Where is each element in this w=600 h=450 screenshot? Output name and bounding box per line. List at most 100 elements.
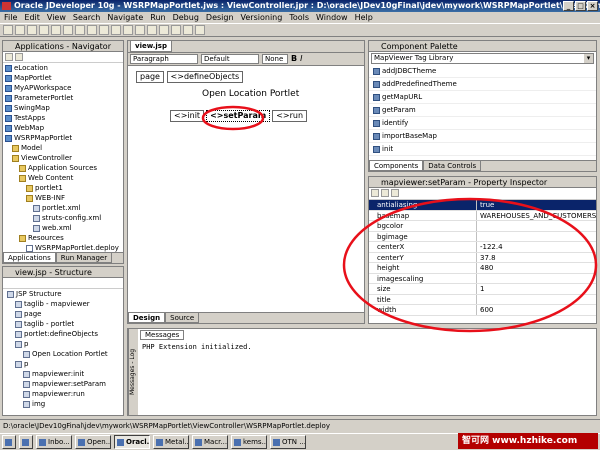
property-row[interactable]: height 480 [369,263,596,274]
filter-icon[interactable] [15,53,23,61]
navigator-item[interactable]: MyAPWorkspace [5,83,123,93]
structure-item[interactable]: p [5,339,123,349]
property-value[interactable] [477,274,596,284]
help-icon[interactable] [195,25,205,35]
structure-item[interactable]: taglib - mapviewer [5,299,123,309]
menu-navigate[interactable]: Navigate [107,12,143,23]
tab-source[interactable]: Source [165,313,200,323]
minimize-button[interactable]: _ [563,1,574,11]
property-row[interactable]: title [369,294,596,305]
categorize-icon[interactable] [381,189,389,197]
menu-debug[interactable]: Debug [173,12,199,23]
setparam-tag[interactable]: <>setParam [206,110,271,122]
property-value[interactable]: 37.8 [477,253,596,263]
property-value[interactable]: WAREHOUSES_AND_CUSTOMERS [477,211,596,221]
structure-item[interactable]: Open Location Portlet [5,349,123,359]
taskbar-button[interactable]: Inbo... [36,435,72,449]
palette-item[interactable]: identify [369,117,596,130]
menu-help[interactable]: Help [355,12,373,23]
navigator-item[interactable]: WEB-INF [5,193,123,203]
rebuild-icon[interactable] [147,25,157,35]
property-value[interactable]: -122.4 [477,242,596,252]
navigator-item[interactable]: Resources [5,233,123,243]
structure-item[interactable]: page [5,309,123,319]
structure-item[interactable]: img [5,399,123,409]
size-select[interactable]: None [262,54,288,64]
palette-library-select[interactable]: MapViewer Tag Library ▾ [371,53,594,64]
property-value[interactable]: 600 [477,305,596,315]
run-tag[interactable]: <>run [272,110,308,122]
navigator-item[interactable]: ParameterPortlet [5,93,123,103]
navigator-item[interactable]: portlet1 [5,183,123,193]
taskbar-button[interactable]: Macr... [192,435,228,449]
taskbar-button[interactable]: Metal... [153,435,189,449]
copy-icon[interactable] [63,25,73,35]
refresh-icon[interactable] [5,53,13,61]
palette-item[interactable]: init [369,143,596,156]
chevron-down-icon[interactable]: ▾ [584,54,593,63]
open-icon[interactable] [15,25,25,35]
navigator-item[interactable]: WebMap [5,123,123,133]
property-row[interactable]: antialiasing true [369,200,596,211]
taskbar-button[interactable]: OTN ... [270,435,306,449]
palette-item[interactable]: addPredefinedTheme [369,78,596,91]
property-value[interactable]: true [477,200,596,210]
back-icon[interactable] [111,25,121,35]
forward-icon[interactable] [123,25,133,35]
tab-view-jsp[interactable]: view.jsp [130,40,172,52]
property-row[interactable]: centerX -122.4 [369,242,596,253]
palette-item[interactable]: getMapURL [369,91,596,104]
bold-button[interactable]: B [291,54,297,64]
cut-icon[interactable] [51,25,61,35]
taskbar-button[interactable]: Oracl... [114,435,150,449]
navigator-item[interactable]: portlet.xml [5,203,123,213]
undo-icon[interactable] [87,25,97,35]
navigator-item[interactable]: SwingMap [5,103,123,113]
property-row[interactable]: imagescaling [369,273,596,284]
navigator-item[interactable]: Web Content [5,173,123,183]
taskbar-button[interactable] [19,435,33,449]
tab-components[interactable]: Components [369,161,424,171]
make-icon[interactable] [135,25,145,35]
navigator-item[interactable]: struts-config.xml [5,213,123,223]
navigator-item[interactable]: Model [5,143,123,153]
save-all-icon[interactable] [39,25,49,35]
profile-icon[interactable] [183,25,193,35]
new-icon[interactable] [3,25,13,35]
structure-item[interactable]: portlet:defineObjects [5,329,123,339]
menu-versioning[interactable]: Versioning [241,12,283,23]
property-value[interactable] [477,295,596,305]
paste-icon[interactable] [75,25,85,35]
menu-run[interactable]: Run [150,12,165,23]
menu-file[interactable]: File [4,12,17,23]
menu-design[interactable]: Design [206,12,234,23]
property-row[interactable]: width 600 [369,305,596,316]
structure-item[interactable]: taglib - portlet [5,319,123,329]
sort-icon[interactable] [371,189,379,197]
define-objects-tag[interactable]: <>defineObjects [166,71,244,83]
help-icon[interactable] [391,189,399,197]
paragraph-select[interactable]: Paragraph [130,54,198,64]
taskbar-button[interactable]: kems... [231,435,267,449]
property-value[interactable] [477,232,596,242]
menu-window[interactable]: Window [316,12,348,23]
property-value[interactable] [477,221,596,231]
navigator-item[interactable]: eLocation [5,63,123,73]
property-row[interactable]: bgcolor [369,221,596,232]
menu-tools[interactable]: Tools [289,12,309,23]
menu-search[interactable]: Search [73,12,100,23]
tab-messages[interactable]: Messages [140,330,185,340]
property-row[interactable]: bgimage [369,231,596,242]
page-tag[interactable]: page [136,71,164,83]
menu-view[interactable]: View [47,12,66,23]
debug-icon[interactable] [171,25,181,35]
structure-item[interactable]: p [5,359,123,369]
tab-design[interactable]: Design [128,313,166,323]
navigator-item[interactable]: web.xml [5,223,123,233]
italic-button[interactable]: I [300,54,302,64]
property-row[interactable]: centerY 37.8 [369,252,596,263]
property-row[interactable]: basemap WAREHOUSES_AND_CUSTOMERS [369,210,596,221]
navigator-item[interactable]: MapPortlet [5,73,123,83]
structure-item[interactable]: mapviewer:setParam [5,379,123,389]
navigator-item[interactable]: TestApps [5,113,123,123]
